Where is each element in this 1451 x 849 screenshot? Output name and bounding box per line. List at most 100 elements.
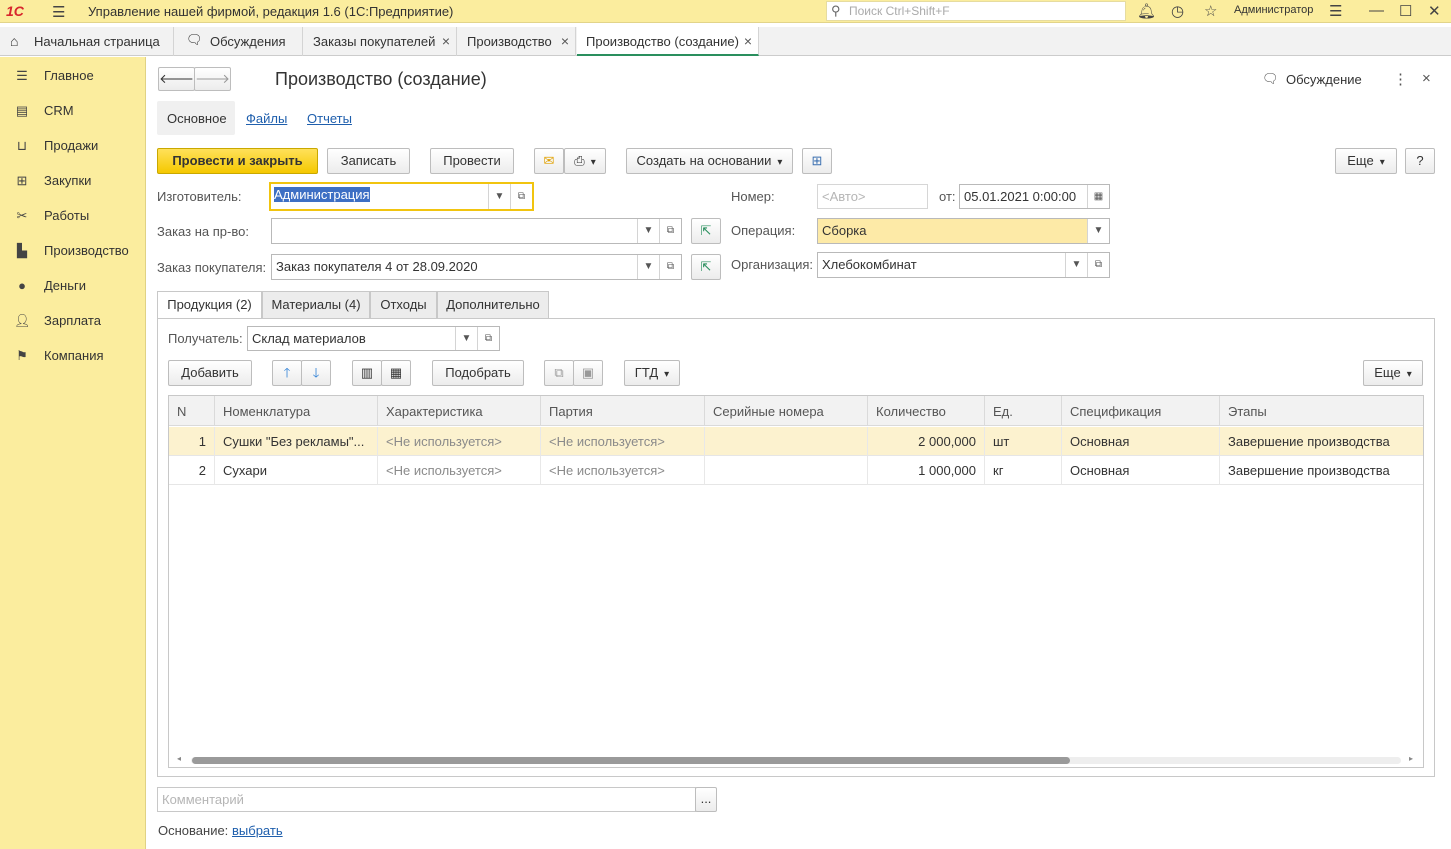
sidebar-item-crm[interactable]: ▤ CRM (0, 97, 146, 127)
bell-icon[interactable]: 🔔︎ (1137, 2, 1156, 20)
basis-select-link[interactable]: выбрать (232, 823, 283, 838)
open-icon[interactable]: ⧉ (477, 327, 499, 350)
structure-icon[interactable]: ⊞ (802, 148, 832, 174)
cell-unit[interactable]: кг (985, 456, 1062, 485)
open-icon[interactable]: ⧉ (510, 184, 532, 209)
close-tab-icon[interactable]: × (442, 33, 450, 49)
subtab-main[interactable]: Основное (157, 101, 235, 135)
comment-field[interactable]: Комментарий (157, 787, 696, 812)
cell-serial[interactable] (705, 456, 868, 485)
cell-batch[interactable]: <Не используется> (541, 427, 705, 456)
close-form-icon[interactable]: × (1422, 70, 1431, 87)
date-field[interactable]: 05.01.2021 0:00:00 ▦ (959, 184, 1110, 209)
copy-icon[interactable]: ⧉ (544, 360, 574, 386)
write-button[interactable]: Записать (327, 148, 410, 174)
more-actions-icon[interactable]: ⋮ (1393, 70, 1408, 88)
close-window-icon[interactable]: ✕ (1428, 2, 1441, 20)
create-based-on-button[interactable]: Создать на основании (626, 148, 793, 174)
favorites-star-icon[interactable]: ☆ (1204, 2, 1217, 20)
fill-from-customer-order-icon[interactable]: ⇱ (691, 254, 721, 280)
settings-menu-icon[interactable]: ☰ (1329, 2, 1342, 20)
column-header[interactable]: Серийные номера (705, 396, 868, 426)
barcode-icon[interactable]: ▥ (352, 360, 382, 386)
calendar-icon[interactable]: ▦ (1087, 185, 1109, 208)
customer-order-field[interactable]: Заказ покупателя 4 от 28.09.2020 ▼ ⧉ (271, 254, 682, 280)
maximize-icon[interactable]: ☐ (1399, 2, 1412, 20)
more-button[interactable]: Еще (1335, 148, 1397, 174)
tab-production[interactable]: Производство × (457, 27, 576, 56)
help-button[interactable]: ? (1405, 148, 1435, 174)
cell-unit[interactable]: шт (985, 427, 1062, 456)
number-field[interactable]: <Авто> (817, 184, 928, 209)
pick-items-button[interactable]: Подобрать (432, 360, 524, 386)
history-icon[interactable]: ◷ (1171, 2, 1184, 20)
sidebar-item-main[interactable]: ☰ Главное (0, 62, 146, 92)
prod-order-field[interactable]: ▼ ⧉ (271, 218, 682, 244)
fill-from-order-icon[interactable]: ⇱ (691, 218, 721, 244)
cell-quantity[interactable]: 1 000,000 (868, 456, 985, 485)
cell-stage[interactable]: Завершение производства (1220, 427, 1423, 456)
minimize-icon[interactable]: — (1369, 2, 1384, 19)
scroll-left-icon[interactable]: ◂ (177, 754, 181, 763)
tab-materials[interactable]: Материалы (4) (262, 291, 370, 318)
column-header[interactable]: N (169, 396, 215, 426)
current-user[interactable]: Администратор (1234, 4, 1313, 16)
manufacturer-field[interactable]: Администрация ▼ ⧉ (269, 182, 534, 211)
table-more-button[interactable]: Еще (1363, 360, 1423, 386)
subtab-reports[interactable]: Отчеты (307, 111, 352, 126)
hamburger-menu-icon[interactable]: ☰ (52, 3, 65, 21)
cell-spec[interactable]: Основная (1062, 456, 1220, 485)
column-header[interactable]: Количество (868, 396, 985, 426)
chevron-down-icon[interactable]: ▼ (488, 184, 510, 209)
forward-button[interactable]: 🡒 (194, 67, 231, 91)
global-search[interactable]: ⚲ Поиск Ctrl+Shift+F (826, 1, 1126, 21)
tab-products[interactable]: Продукция (2) (157, 291, 262, 319)
org-field[interactable]: Хлебокомбинат ▼ ⧉ (817, 252, 1110, 278)
open-icon[interactable]: ⧉ (1087, 253, 1109, 277)
tab-discussions[interactable]: 🗨︎ Обсуждения (174, 27, 303, 56)
cell-item[interactable]: Сухари (215, 456, 378, 485)
arrow-up-icon[interactable]: 🡑 (272, 360, 302, 386)
print-button[interactable]: ⎙ (564, 148, 606, 174)
sidebar-item-purchases[interactable]: ⊞ Закупки (0, 167, 146, 197)
cell-spec[interactable]: Основная (1062, 427, 1220, 456)
add-row-button[interactable]: Добавить (168, 360, 252, 386)
cell-item[interactable]: Сушки "Без рекламы"... (215, 427, 378, 456)
column-header[interactable]: Ед. (985, 396, 1062, 426)
cell-batch[interactable]: <Не используется> (541, 456, 705, 485)
cell-serial[interactable] (705, 427, 868, 456)
email-envelope-icon[interactable]: ✉ (534, 148, 564, 174)
sidebar-item-production[interactable]: ▙ Производство (0, 237, 146, 267)
arrow-down-icon[interactable]: 🡓 (301, 360, 331, 386)
close-tab-icon[interactable]: × (561, 33, 569, 49)
chevron-down-icon[interactable]: ▼ (637, 255, 659, 279)
column-header[interactable]: Номенклатура (215, 396, 378, 426)
chevron-down-icon[interactable]: ▼ (1065, 253, 1087, 277)
barcode-search-icon[interactable]: ▦ (381, 360, 411, 386)
chevron-down-icon[interactable]: ▼ (1087, 219, 1109, 243)
cell-quantity[interactable]: 2 000,000 (868, 427, 985, 456)
recipient-field[interactable]: Склад материалов ▼ ⧉ (247, 326, 500, 351)
sidebar-item-works[interactable]: ✂ Работы (0, 202, 146, 232)
sidebar-item-sales[interactable]: ⊔ Продажи (0, 132, 146, 162)
paste-icon[interactable]: ▣ (573, 360, 603, 386)
subtab-files[interactable]: Файлы (246, 111, 287, 126)
tab-home[interactable]: ⌂ Начальная страница (0, 27, 174, 56)
tab-production-create[interactable]: Производство (создание) × (577, 27, 759, 56)
cell-characteristic[interactable]: <Не используется> (378, 456, 541, 485)
chevron-down-icon[interactable]: ▼ (455, 327, 477, 350)
discussion-link[interactable]: Обсуждение (1286, 72, 1362, 87)
open-icon[interactable]: ⧉ (659, 255, 681, 279)
column-header[interactable]: Партия (541, 396, 705, 426)
post-and-close-button[interactable]: Провести и закрыть (157, 148, 318, 174)
cell-stage[interactable]: Завершение производства (1220, 456, 1423, 485)
tab-additional[interactable]: Дополнительно (437, 291, 549, 318)
scroll-right-icon[interactable]: ▸ (1409, 754, 1413, 763)
sidebar-item-salary[interactable]: 👤︎ Зарплата (0, 307, 146, 337)
column-header[interactable]: Этапы (1220, 396, 1423, 426)
sidebar-item-money[interactable]: ● Деньги (0, 272, 146, 302)
gtd-button[interactable]: ГТД (624, 360, 680, 386)
tab-customer-orders[interactable]: Заказы покупателей × (303, 27, 457, 56)
column-header[interactable]: Спецификация (1062, 396, 1220, 426)
back-button[interactable]: 🡐 (158, 67, 195, 91)
